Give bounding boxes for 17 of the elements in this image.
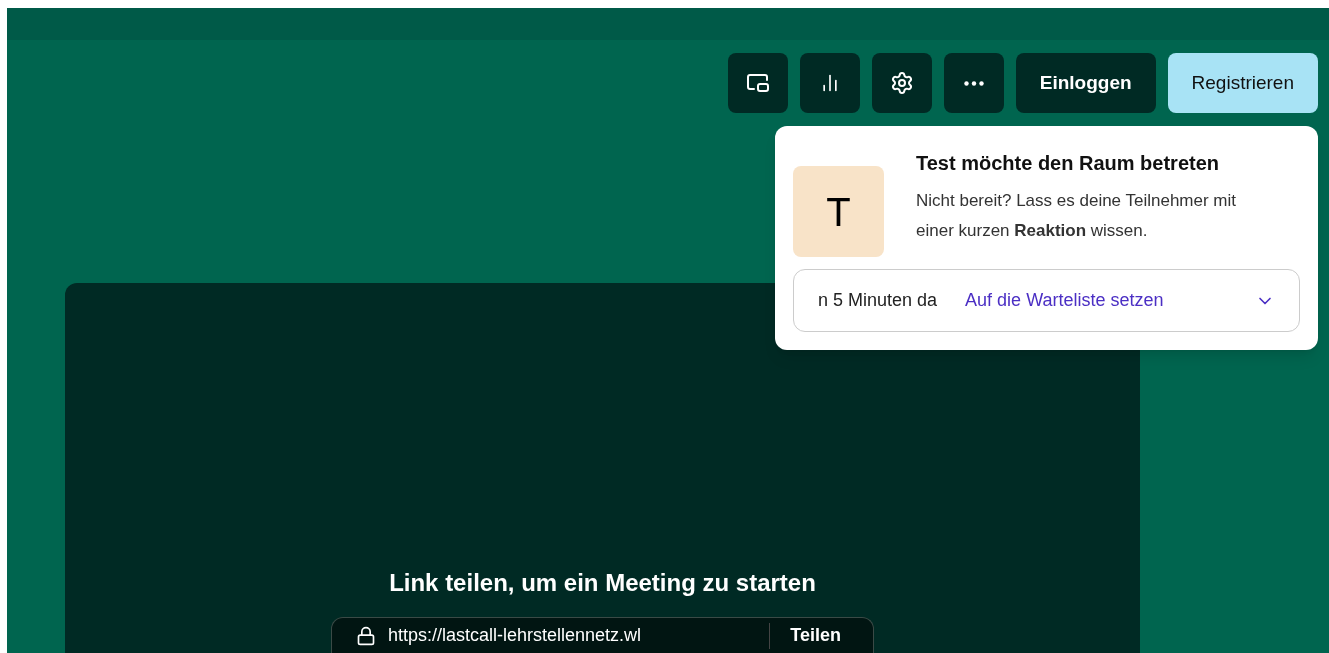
lock-icon <box>356 625 376 646</box>
notification-message: Nicht bereit? Lass es deine Teilnehmer mit einer kurzen Reaktion wissen. <box>916 190 1237 242</box>
toolbar-button[interactable] <box>871 53 932 113</box>
register-button[interactable]: Registrieren <box>1167 53 1318 113</box>
picture-in-picture-icon <box>745 71 770 95</box>
notification-title: Test möchte den Raum betreten <box>916 151 1221 176</box>
link-field[interactable]: https://lastcall-lehrstellennetz.wl Teilen <box>331 617 874 653</box>
toolbar-button[interactable] <box>727 53 788 113</box>
avatar: T <box>793 166 884 257</box>
settings-icon <box>889 71 914 95</box>
share-button[interactable]: Teilen <box>782 622 849 649</box>
stage-heading: Link teilen, um ein Meeting zu starten <box>389 568 816 598</box>
more-icon <box>963 80 984 86</box>
login-button[interactable]: Einloggen <box>1015 53 1156 113</box>
reply-option[interactable]: n 5 Minuten da <box>818 287 938 314</box>
link-url: https://lastcall-lehrstellennetz.wl <box>388 624 643 647</box>
waitlist-dropdown[interactable]: Auf die Warteliste setzen <box>965 287 1275 314</box>
